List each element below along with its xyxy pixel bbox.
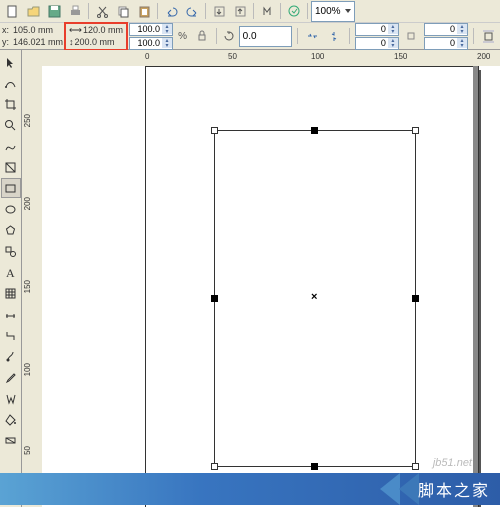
- center-marker[interactable]: ×: [311, 291, 317, 303]
- handle-tm[interactable]: [311, 127, 318, 134]
- corner-tl-input[interactable]: 0▴▾: [355, 23, 399, 36]
- corner-link-icon[interactable]: [402, 26, 421, 46]
- corner-bl-input[interactable]: 0▴▾: [355, 37, 399, 50]
- handle-br[interactable]: [412, 463, 419, 470]
- x-value: 105.0 mm: [13, 25, 63, 36]
- main-toolbar: 100%: [0, 0, 500, 23]
- ellipse-tool[interactable]: [1, 199, 21, 219]
- svg-text:A: A: [6, 266, 15, 279]
- footer-brand-text: 脚本之家: [418, 477, 490, 501]
- print-icon[interactable]: [65, 1, 85, 21]
- wrap-text-icon[interactable]: [479, 26, 498, 46]
- welcome-icon[interactable]: [284, 1, 304, 21]
- handle-tr[interactable]: [412, 127, 419, 134]
- fill-tool[interactable]: [1, 409, 21, 429]
- copy-icon[interactable]: [113, 1, 133, 21]
- eyedropper-tool[interactable]: [1, 367, 21, 387]
- text-tool[interactable]: A: [1, 262, 21, 282]
- interactive-fill-tool[interactable]: [1, 430, 21, 450]
- paste-icon[interactable]: [134, 1, 154, 21]
- polygon-tool[interactable]: [1, 220, 21, 240]
- footer-chevron-icon: [399, 473, 419, 505]
- position-readout: x:105.0 mm y:146.021 mm: [2, 25, 63, 48]
- basic-shapes-tool[interactable]: [1, 241, 21, 261]
- selected-rectangle[interactable]: ×: [214, 130, 416, 467]
- work-area: A 0 50 100 150 200 300 250 200 150 100 5…: [0, 50, 500, 507]
- handle-ml[interactable]: [211, 295, 218, 302]
- outline-tool[interactable]: [1, 388, 21, 408]
- corner-tr-input[interactable]: 0▴▾: [424, 23, 468, 36]
- drawing-canvas[interactable]: × jb51.net: [42, 66, 500, 507]
- height-value[interactable]: 200.0 mm: [75, 37, 115, 48]
- corner-radius-group-1: 0▴▾ 0▴▾: [355, 23, 399, 50]
- x-label: x:: [2, 25, 12, 36]
- horizontal-ruler[interactable]: 0 50 100 150 200: [42, 50, 500, 67]
- open-icon[interactable]: [23, 1, 43, 21]
- new-doc-icon[interactable]: [2, 1, 22, 21]
- app-launcher-icon[interactable]: [257, 1, 277, 21]
- export-icon[interactable]: [230, 1, 250, 21]
- width-value[interactable]: 120.0 mm: [83, 25, 123, 36]
- mirror-h-icon[interactable]: [303, 26, 322, 46]
- y-value: 146.021 mm: [13, 37, 63, 48]
- handle-mr[interactable]: [412, 295, 419, 302]
- height-icon: ↕: [69, 37, 74, 48]
- width-icon: ⟷: [69, 25, 82, 36]
- handle-tl[interactable]: [211, 127, 218, 134]
- corner-radius-group-2: 0▴▾ 0▴▾: [424, 23, 468, 50]
- chevron-down-icon: [345, 9, 351, 13]
- canvas-viewport[interactable]: 0 50 100 150 200 300 250 200 150 100 50: [22, 50, 500, 507]
- zoom-tool[interactable]: [1, 115, 21, 135]
- footer-chevron-icon: [380, 473, 400, 505]
- scale-group: 100.0▴▾ 100.0▴▾: [129, 23, 173, 50]
- zoom-level-combo[interactable]: 100%: [311, 1, 355, 22]
- size-input-group[interactable]: ⟷120.0 mm ↕200.0 mm: [66, 24, 126, 49]
- vertical-ruler[interactable]: 300 250 200 150 100 50: [22, 66, 43, 507]
- effects-tool[interactable]: [1, 346, 21, 366]
- crop-tool[interactable]: [1, 94, 21, 114]
- footer-banner: 脚本之家: [0, 473, 500, 505]
- rotation-input[interactable]: 0.0: [239, 26, 292, 47]
- table-tool[interactable]: [1, 283, 21, 303]
- property-bar: x:105.0 mm y:146.021 mm ⟷120.0 mm ↕200.0…: [0, 23, 500, 50]
- redo-icon[interactable]: [182, 1, 202, 21]
- shape-tool[interactable]: [1, 73, 21, 93]
- smart-fill-tool[interactable]: [1, 157, 21, 177]
- handle-bm[interactable]: [311, 463, 318, 470]
- freehand-tool[interactable]: [1, 136, 21, 156]
- y-label: y:: [2, 37, 12, 48]
- mirror-v-icon[interactable]: [325, 26, 344, 46]
- toolbox: A: [0, 50, 22, 507]
- percent-icon: %: [176, 29, 189, 43]
- import-icon[interactable]: [209, 1, 229, 21]
- save-icon[interactable]: [44, 1, 64, 21]
- handle-bl[interactable]: [211, 463, 218, 470]
- lock-ratio-icon[interactable]: [192, 26, 211, 46]
- rectangle-tool[interactable]: [1, 178, 21, 198]
- zoom-value: 100%: [315, 6, 341, 17]
- corner-br-input[interactable]: 0▴▾: [424, 37, 468, 50]
- connector-tool[interactable]: [1, 325, 21, 345]
- pick-tool[interactable]: [1, 52, 21, 72]
- dimension-tool[interactable]: [1, 304, 21, 324]
- watermark-text: jb51.net: [433, 457, 472, 469]
- page-right-edge: [473, 66, 478, 507]
- cut-icon[interactable]: [92, 1, 112, 21]
- ruler-origin[interactable]: [22, 50, 43, 67]
- scale-y-input[interactable]: 100.0▴▾: [129, 37, 173, 50]
- undo-icon[interactable]: [161, 1, 181, 21]
- scale-x-input[interactable]: 100.0▴▾: [129, 23, 173, 36]
- rotation-icon: [222, 29, 235, 43]
